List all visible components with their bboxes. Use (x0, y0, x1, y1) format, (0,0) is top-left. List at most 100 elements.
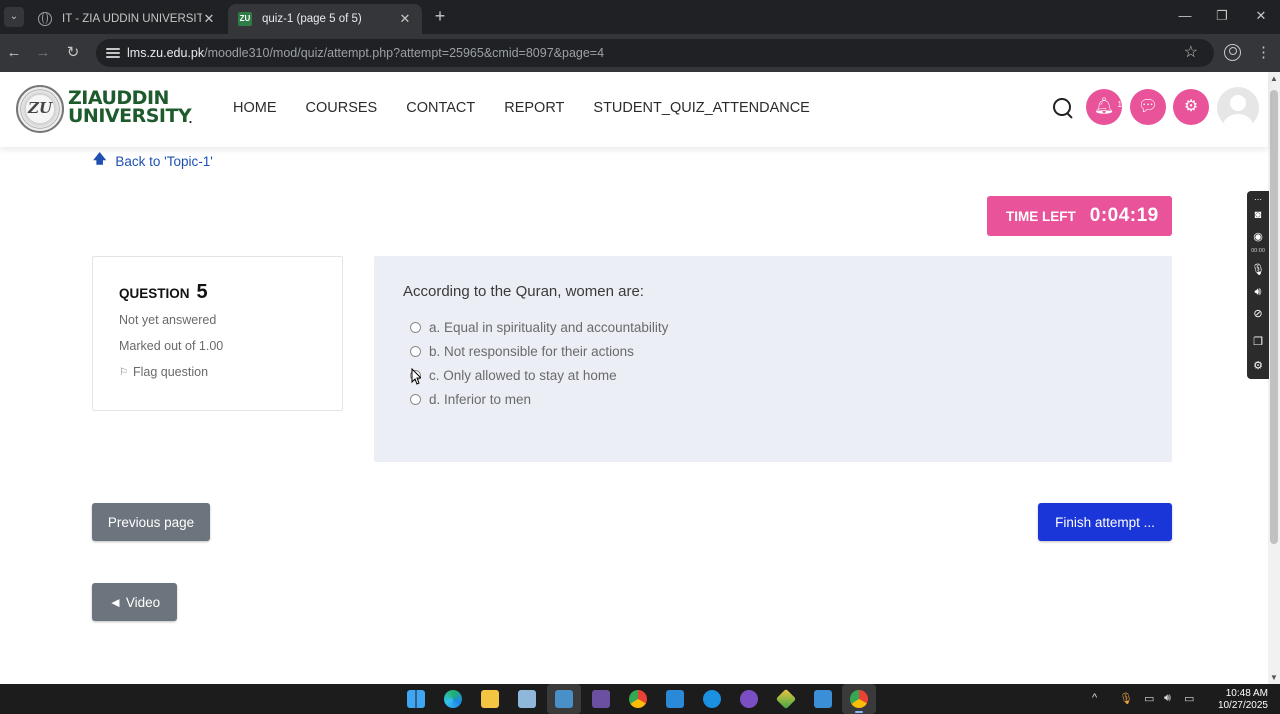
windows-start-icon[interactable] (407, 690, 425, 708)
timer-value: 0:04:19 (1089, 205, 1159, 226)
nav-contact[interactable]: CONTACT (406, 100, 475, 116)
speaker-icon[interactable]: 🔊︎ (1251, 285, 1265, 299)
close-window-icon[interactable]: ✕ (1251, 6, 1271, 26)
scroll-thumb[interactable] (1270, 90, 1278, 544)
git-icon[interactable] (775, 688, 797, 710)
browser-toolbar: ← → ↻ lms.zu.edu.pk/moodle310/mod/quiz/a… (0, 34, 1280, 72)
browser-app-icon[interactable] (703, 690, 721, 708)
file-explorer-icon[interactable] (481, 690, 499, 708)
answer-label: c. Only allowed to stay at home (429, 367, 617, 383)
scroll-down-icon[interactable]: ▼ (1270, 673, 1278, 682)
question-grade: Marked out of 1.00 (119, 339, 224, 353)
back-to-topic-link[interactable]: 🡅 Back to 'Topic-1' (93, 150, 213, 172)
url-text[interactable]: lms.zu.edu.pk/moodle310/mod/quiz/attempt… (127, 46, 604, 60)
logo-text: ZIAUDDIN UNIVERSITY (68, 89, 192, 127)
snipping-tool-icon[interactable] (555, 690, 573, 708)
question-state: Not yet answered (119, 313, 217, 327)
forward-arrow-icon[interactable]: → (33, 43, 53, 63)
clock-date: 10/27/2025 (1217, 700, 1268, 711)
microphone-icon[interactable]: 🎙︎ (1251, 263, 1265, 277)
browser-tab-quiz[interactable]: ZU quiz-1 (page 5 of 5) ✕ (228, 4, 422, 34)
question-number-value: 5 (196, 281, 208, 303)
visual-studio-icon[interactable] (592, 690, 610, 708)
tab-title: quiz-1 (page 5 of 5) (262, 13, 362, 25)
browser-profile-icon[interactable] (1224, 44, 1241, 61)
maximize-icon[interactable]: ❐ (1212, 6, 1232, 26)
logo-line-2: UNIVERSITY (68, 105, 192, 127)
messages-button[interactable]: 💬︎ (1130, 89, 1166, 125)
question-text: According to the Quran, women are: (403, 283, 644, 300)
github-icon[interactable] (740, 690, 758, 708)
question-content: According to the Quran, women are: a. Eq… (374, 256, 1172, 462)
new-tab-icon[interactable]: + (430, 7, 450, 27)
close-tab-icon[interactable]: ✕ (398, 11, 412, 27)
battery-icon[interactable]: ▭ (1184, 692, 1194, 705)
browser-tab-bar: ⌄ IT - ZIA UDDIN UNIVERSITY ✕ ZU quiz-1 … (0, 0, 1280, 34)
finish-attempt-button[interactable]: Finish attempt ... (1038, 503, 1172, 541)
nav-courses[interactable]: COURSES (306, 100, 378, 116)
flag-question-label: Flag question (132, 365, 209, 379)
previous-page-button[interactable]: Previous page (92, 503, 210, 541)
arrow-up-icon: 🡅 (93, 151, 107, 166)
flag-icon: ⚐ (119, 366, 128, 378)
nav-home[interactable]: HOME (233, 100, 277, 116)
recorder-toolstrip: ⋯ ◙ ◉ 00:00 🎙︎ 🔊︎ ⊘ ❐ ⚙ (1247, 191, 1269, 379)
nav-student-quiz-attendance[interactable]: STUDENT_QUIZ_ATTENDANCE (593, 100, 809, 116)
bookmark-star-icon[interactable]: ☆ (1184, 42, 1198, 62)
search-icon[interactable] (1052, 97, 1074, 119)
network-icon[interactable]: ▭ (1144, 692, 1154, 705)
flag-question-link[interactable]: ⚐ Flag question (119, 365, 342, 379)
vscode-icon[interactable] (666, 690, 684, 708)
back-arrow-icon[interactable]: ← (4, 43, 24, 63)
chrome-icon[interactable] (629, 690, 647, 708)
answer-option-c[interactable]: c. Only allowed to stay at home (403, 363, 1172, 387)
user-avatar[interactable] (1217, 87, 1259, 129)
nav-report[interactable]: REPORT (504, 100, 564, 116)
scroll-up-icon[interactable]: ▲ (1270, 74, 1278, 83)
browser-menu-icon[interactable]: ⋮ (1256, 44, 1271, 62)
notepad-icon[interactable] (518, 690, 536, 708)
mouse-cursor-icon (411, 368, 421, 385)
radio-button[interactable] (410, 393, 421, 405)
url-path: /moodle310/mod/quiz/attempt.php?attempt=… (204, 46, 605, 60)
edge-icon[interactable] (444, 690, 462, 708)
tab-title: IT - ZIA UDDIN UNIVERSITY (62, 13, 202, 25)
close-tab-icon[interactable]: ✕ (202, 11, 216, 27)
notes-icon[interactable] (814, 690, 832, 708)
address-bar[interactable]: lms.zu.edu.pk/moodle310/mod/quiz/attempt… (96, 39, 1214, 67)
windows-taskbar: ^ 🎙︎ ▭ 🔊︎ ▭ 10:48 AM 10/27/2025 (0, 684, 1280, 714)
page-scrollbar[interactable]: ▲ ▼ (1268, 72, 1280, 684)
notifications-button[interactable]: 🔔︎ 1 (1086, 89, 1122, 125)
camera-icon[interactable]: ◙ (1251, 208, 1265, 222)
windows-icon[interactable]: ❐ (1251, 335, 1265, 349)
university-logo[interactable]: ZIAUDDIN UNIVERSITY . (16, 85, 196, 135)
browser-tab-it[interactable]: IT - ZIA UDDIN UNIVERSITY ✕ (28, 4, 226, 34)
system-clock[interactable]: 10:48 AM 10/27/2025 (1210, 688, 1268, 712)
webcam-off-icon[interactable]: ⊘ (1251, 307, 1265, 321)
tray-overflow-icon[interactable]: ^ (1092, 692, 1097, 704)
chat-icon: 💬︎ (1137, 98, 1159, 115)
url-host: lms.zu.edu.pk (127, 46, 205, 60)
radio-button[interactable] (410, 345, 421, 357)
gear-icon[interactable]: ⚙ (1251, 359, 1265, 373)
tab-search-icon[interactable]: ⌄ (4, 7, 24, 27)
minimize-icon[interactable]: — (1175, 6, 1195, 26)
question-label: QUESTION (119, 286, 190, 301)
answer-option-d[interactable]: d. Inferior to men (403, 387, 1172, 411)
chrome-profile-icon[interactable] (850, 690, 868, 708)
answer-option-b[interactable]: b. Not responsible for their actions (403, 339, 1172, 363)
globe-icon (38, 12, 52, 26)
record-icon[interactable]: ◉ (1251, 230, 1265, 244)
volume-icon[interactable]: 🔊︎ (1164, 692, 1171, 705)
settings-button[interactable]: ⚙ (1173, 89, 1209, 125)
radio-button[interactable] (410, 321, 421, 333)
university-seal-icon (16, 85, 64, 133)
answer-option-a[interactable]: a. Equal in spirituality and accountabil… (403, 315, 1172, 339)
answer-label: d. Inferior to men (429, 391, 532, 407)
site-settings-icon[interactable] (106, 46, 120, 60)
link-more-icon[interactable]: ⋯ (1251, 193, 1265, 207)
microphone-tray-icon[interactable]: 🎙︎ (1119, 692, 1133, 705)
main-nav: HOME COURSES CONTACT REPORT STUDENT_QUIZ… (233, 100, 839, 116)
reload-icon[interactable]: ↻ (63, 43, 83, 63)
video-button[interactable]: ◄ Video (92, 583, 177, 621)
